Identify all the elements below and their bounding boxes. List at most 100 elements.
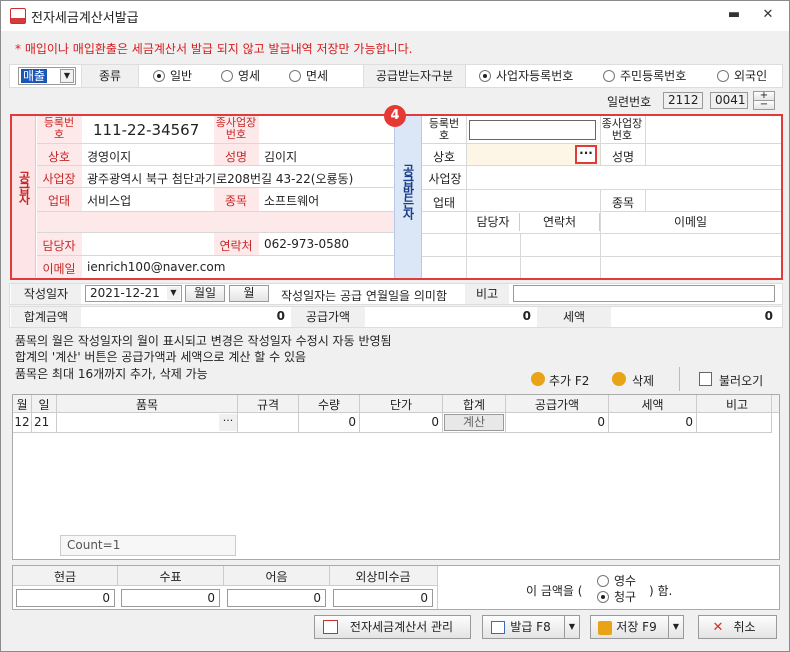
grid-line <box>31 395 32 433</box>
add-item-button[interactable]: 추가 F2 <box>531 371 599 389</box>
delete-item-label: 삭제 <box>632 374 655 388</box>
payment-col-credit: 외상미수금 <box>355 570 411 584</box>
buyer-radio-label: 사업자등록번호 <box>496 69 574 83</box>
grid-line <box>56 395 57 433</box>
type-select[interactable]: 매출 ▼ <box>18 67 76 85</box>
memo-label: 비고 <box>465 284 509 304</box>
grid-line <box>771 395 772 433</box>
month-button[interactable]: 월 <box>229 285 269 302</box>
load-button[interactable]: 불러오기 <box>699 371 773 389</box>
total-value: 0 <box>276 309 285 323</box>
chevron-down-icon: ▼ <box>672 622 680 631</box>
bill-input[interactable]: 0 <box>227 589 326 607</box>
month-day-button[interactable]: 월일 <box>185 285 225 302</box>
row-month[interactable]: 12 <box>13 415 31 429</box>
col-header: 수량 <box>317 398 341 412</box>
chevron-down-icon: ▼ <box>568 622 576 631</box>
buyer-radio-label: 외국인 <box>734 69 768 83</box>
save-dropdown-button[interactable]: ▼ <box>668 615 684 639</box>
col-header: 월 <box>16 398 28 412</box>
item-lookup-button[interactable]: ··· <box>219 414 237 431</box>
invoice-icon <box>323 620 338 634</box>
buyer-radio-foreign[interactable]: 외국인 <box>717 69 767 83</box>
calc-button[interactable]: 계산 <box>444 414 504 431</box>
col-header: 품목 <box>135 398 159 412</box>
amount-phrase-post: ) 함. <box>649 584 673 598</box>
claim-radio-label: 청구 <box>614 590 637 604</box>
payment-col-bill: 어음 <box>265 570 288 584</box>
radio-icon <box>717 70 729 82</box>
kind-radio-general[interactable]: 일반 <box>153 69 192 83</box>
cancel-button[interactable]: ✕ 취소 <box>698 615 777 639</box>
grid-line <box>117 566 118 586</box>
payment-col-check: 수표 <box>159 570 182 584</box>
col-header: 공급가액 <box>534 398 580 412</box>
app-icon <box>10 8 26 24</box>
add-item-label: 추가 F2 <box>549 374 590 388</box>
serial-label: 일련번호 <box>607 95 652 109</box>
party-highlight-frame <box>10 114 783 280</box>
serial-field-2[interactable]: 0041 <box>710 92 748 109</box>
kind-radio-zero[interactable]: 영세 <box>221 69 260 83</box>
buyer-radio-bizno[interactable]: 사업자등록번호 <box>479 69 573 83</box>
radio-icon <box>153 70 165 82</box>
save-button[interactable]: 저장 F9 <box>590 615 669 639</box>
row-count: Count=1 <box>60 535 236 556</box>
grid-line <box>13 432 772 433</box>
date-value: 2021-12-21 <box>90 286 160 300</box>
col-header: 세액 <box>641 398 664 412</box>
date-hint: 작성일자는 공급 연월일을 의미함 <box>281 289 448 303</box>
radio-icon <box>289 70 301 82</box>
add-icon <box>531 372 545 386</box>
kind-radio-exempt[interactable]: 면세 <box>289 69 328 83</box>
total-label: 합계금액 <box>11 307 81 327</box>
memo-input[interactable] <box>513 285 775 302</box>
row-day[interactable]: 21 <box>34 415 54 429</box>
issue-button[interactable]: 발급 F8 <box>482 615 565 639</box>
info-line: 품목은 최대 16개까지 추가, 삭제 가능 <box>15 367 208 381</box>
check-input[interactable]: 0 <box>121 589 220 607</box>
row-supply[interactable]: 0 <box>509 415 605 429</box>
manage-invoice-label: 전자세금계산서 관리 <box>349 620 454 634</box>
receipt-radio-label: 영수 <box>614 574 637 588</box>
credit-input[interactable]: 0 <box>333 589 433 607</box>
close-button[interactable]: ✕ <box>757 7 779 25</box>
info-line: 합계의 '계산' 버튼은 공급가액과 세액으로 계산 할 수 있음 <box>15 350 307 364</box>
col-header: 일 <box>38 398 50 412</box>
load-label: 불러오기 <box>719 374 764 388</box>
delete-item-button[interactable]: 삭제 <box>612 371 662 389</box>
receipt-radio[interactable]: 영수 <box>597 574 636 588</box>
payment-col-cash: 현금 <box>53 570 77 584</box>
buyer-radio-resident[interactable]: 주민등록번호 <box>603 69 686 83</box>
grid-line <box>298 395 299 433</box>
grid-line <box>442 395 443 433</box>
grid-line <box>329 566 330 586</box>
serial-down-button[interactable]: − <box>753 100 775 110</box>
issue-dropdown-button[interactable]: ▼ <box>564 615 580 639</box>
chevron-down-icon[interactable]: ▼ <box>167 287 180 300</box>
date-label: 작성일자 <box>11 284 81 304</box>
row-price[interactable]: 0 <box>362 415 439 429</box>
cash-input[interactable]: 0 <box>16 589 115 607</box>
radio-icon <box>597 591 609 603</box>
save-icon <box>598 621 612 635</box>
radio-icon <box>603 70 615 82</box>
chevron-down-icon[interactable]: ▼ <box>60 69 74 83</box>
issue-label: 발급 F8 <box>510 620 551 634</box>
claim-radio[interactable]: 청구 <box>597 590 636 604</box>
row-qty[interactable]: 0 <box>301 415 356 429</box>
radio-icon <box>479 70 491 82</box>
minimize-button[interactable]: ▬ <box>723 7 745 25</box>
issue-icon <box>491 621 505 634</box>
date-picker[interactable]: 2021-12-21 ▼ <box>85 285 182 302</box>
row-tax[interactable]: 0 <box>611 415 693 429</box>
manage-invoice-button[interactable]: 전자세금계산서 관리 <box>314 615 471 639</box>
save-label: 저장 F9 <box>616 620 657 634</box>
tax-value: 0 <box>764 309 773 323</box>
col-header: 비고 <box>725 398 749 412</box>
serial-field-1[interactable]: 2112 <box>663 92 703 109</box>
amount-phrase-pre: 이 금액을 ( <box>526 584 583 598</box>
col-header: 합계 <box>462 398 486 412</box>
buyer-radio-label: 주민등록번호 <box>620 69 687 83</box>
tax-invoice-window: 전자세금계산서발급 ▬ ✕ * 매입이나 매입환출은 세금계산서 발급 되지 않… <box>0 0 790 652</box>
